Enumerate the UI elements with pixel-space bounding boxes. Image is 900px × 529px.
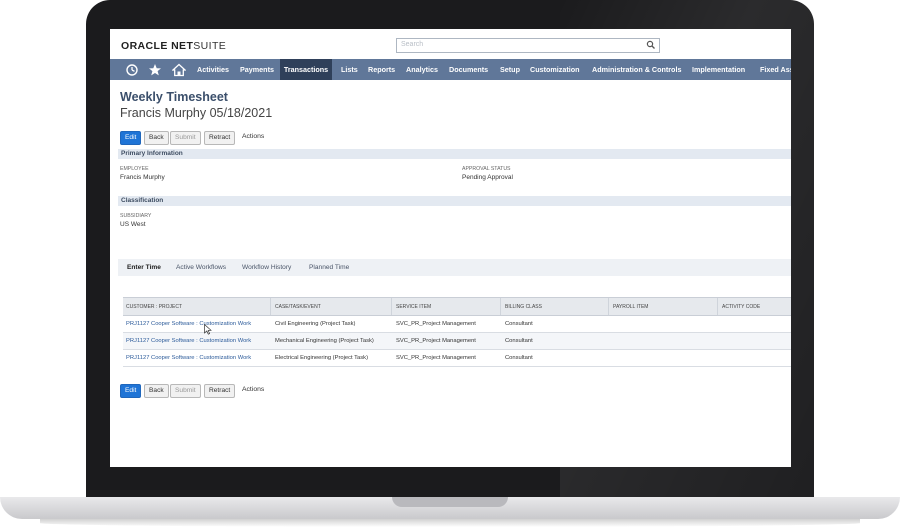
back-button[interactable]: Back [144, 131, 169, 145]
nav-setup[interactable]: Setup [500, 59, 520, 80]
primary-information-header[interactable]: Primary Information [118, 149, 791, 159]
cell-customer-project[interactable]: PRJ1127 Cooper Software : Customization … [126, 321, 251, 327]
nav-transactions[interactable]: Transactions [280, 59, 332, 80]
nav-documents[interactable]: Documents [449, 59, 488, 80]
cell-customer-project[interactable]: PRJ1127 Cooper Software : Customization … [126, 355, 251, 361]
col-customer-project[interactable]: CUSTOMER : PROJECT [126, 304, 182, 310]
classification-title: Classification [121, 197, 164, 204]
search-placeholder: Search [401, 41, 424, 48]
cell-service-item[interactable]: SVC_PR_Project Management [396, 355, 476, 361]
col-service-item[interactable]: SERVICE ITEM [396, 304, 431, 310]
logo-oracle: ORACLE [121, 40, 168, 52]
column-divider [717, 298, 718, 315]
retract-button[interactable]: Retract [204, 131, 236, 145]
cell-customer-project[interactable]: PRJ1127 Cooper Software : Customization … [126, 338, 251, 344]
nav-customization[interactable]: Customization [530, 59, 580, 80]
cell-billing-class[interactable]: Consultant [505, 355, 533, 361]
tab-enter-time[interactable]: Enter Time [127, 264, 161, 271]
column-divider [391, 298, 392, 315]
table-row[interactable]: PRJ1127 Cooper Software : Customization … [123, 350, 791, 367]
subsidiary-value: US West [120, 221, 146, 228]
col-billing-class[interactable]: BILLING CLASS [505, 304, 542, 310]
submit-button-bottom[interactable]: Submit [170, 384, 201, 398]
cell-service-item[interactable]: SVC_PR_Project Management [396, 338, 476, 344]
cell-billing-class[interactable]: Consultant [505, 321, 533, 327]
logo-suite: SUITE [193, 40, 227, 52]
nav-reports[interactable]: Reports [368, 59, 395, 80]
approval-status-value: Pending Approval [462, 174, 513, 181]
nav-administration[interactable]: Administration & Controls [592, 59, 681, 80]
submit-button[interactable]: Submit [170, 131, 201, 145]
nav-activities[interactable]: Activities [197, 59, 229, 80]
cell-billing-class[interactable]: Consultant [505, 338, 533, 344]
page-title: Weekly Timesheet [120, 90, 228, 104]
col-activity-code[interactable]: ACTIVITY CODE [722, 304, 760, 310]
col-case-task-event[interactable]: CASE/TASK/EVENT [275, 304, 321, 310]
table-header: CUSTOMER : PROJECT CASE/TASK/EVENT SERVI… [123, 297, 791, 316]
nav-payments[interactable]: Payments [240, 59, 274, 80]
netsuite-screen: ORACLE NETSUITE Search Activities Paymen… [110, 29, 791, 467]
laptop-shadow [40, 519, 860, 527]
recent-icon[interactable] [125, 63, 139, 77]
approval-status-label: APPROVAL STATUS [462, 166, 511, 172]
classification-header[interactable]: Classification [118, 196, 791, 206]
nav-implementation[interactable]: Implementation [692, 59, 745, 80]
cell-service-item[interactable]: SVC_PR_Project Management [396, 321, 476, 327]
top-bar: ORACLE NETSUITE Search [110, 29, 791, 59]
nav-lists[interactable]: Lists [341, 59, 358, 80]
edit-button[interactable]: Edit [120, 131, 142, 145]
tab-active-workflows[interactable]: Active Workflows [176, 264, 226, 271]
subtab-bar: Enter Time Active Workflows Workflow His… [118, 259, 791, 276]
column-divider [270, 298, 271, 315]
employee-value: Francis Murphy [120, 174, 165, 181]
column-divider [608, 298, 609, 315]
back-button-bottom[interactable]: Back [144, 384, 169, 398]
primary-information-title: Primary Information [121, 150, 183, 157]
logo-net: NET [171, 40, 194, 52]
record-name: Francis Murphy 05/18/2021 [120, 106, 273, 120]
tab-planned-time[interactable]: Planned Time [309, 264, 349, 271]
main-nav: Activities Payments Transactions Lists R… [110, 59, 791, 80]
column-divider [500, 298, 501, 315]
employee-label: EMPLOYEE [120, 166, 149, 172]
retract-button-bottom[interactable]: Retract [204, 384, 236, 398]
tab-workflow-history[interactable]: Workflow History [242, 264, 291, 271]
global-search-input[interactable]: Search [396, 38, 660, 53]
edit-button-bottom[interactable]: Edit [120, 384, 142, 398]
nav-analytics[interactable]: Analytics [406, 59, 438, 80]
mouse-cursor-icon [204, 324, 212, 335]
cell-case-task[interactable]: Mechanical Engineering (Project Task) [275, 338, 374, 344]
cell-case-task[interactable]: Electrical Engineering (Project Task) [275, 355, 368, 361]
star-icon[interactable] [148, 63, 162, 77]
actions-menu[interactable]: Actions [242, 133, 264, 140]
table-row[interactable]: PRJ1127 Cooper Software : Customization … [123, 333, 791, 350]
laptop-notch [392, 497, 508, 507]
subsidiary-label: SUBSIDIARY [120, 213, 152, 219]
cell-case-task[interactable]: Civil Engineering (Project Task) [275, 321, 355, 327]
nav-fixed-assets[interactable]: Fixed Ass [760, 59, 791, 80]
oracle-netsuite-logo[interactable]: ORACLE NETSUITE [121, 40, 226, 52]
home-icon[interactable] [172, 63, 186, 77]
actions-menu-bottom[interactable]: Actions [242, 386, 264, 393]
search-icon[interactable] [646, 40, 656, 50]
col-payroll-item[interactable]: PAYROLL ITEM [613, 304, 648, 310]
table-row[interactable]: PRJ1127 Cooper Software : Customization … [123, 316, 791, 333]
